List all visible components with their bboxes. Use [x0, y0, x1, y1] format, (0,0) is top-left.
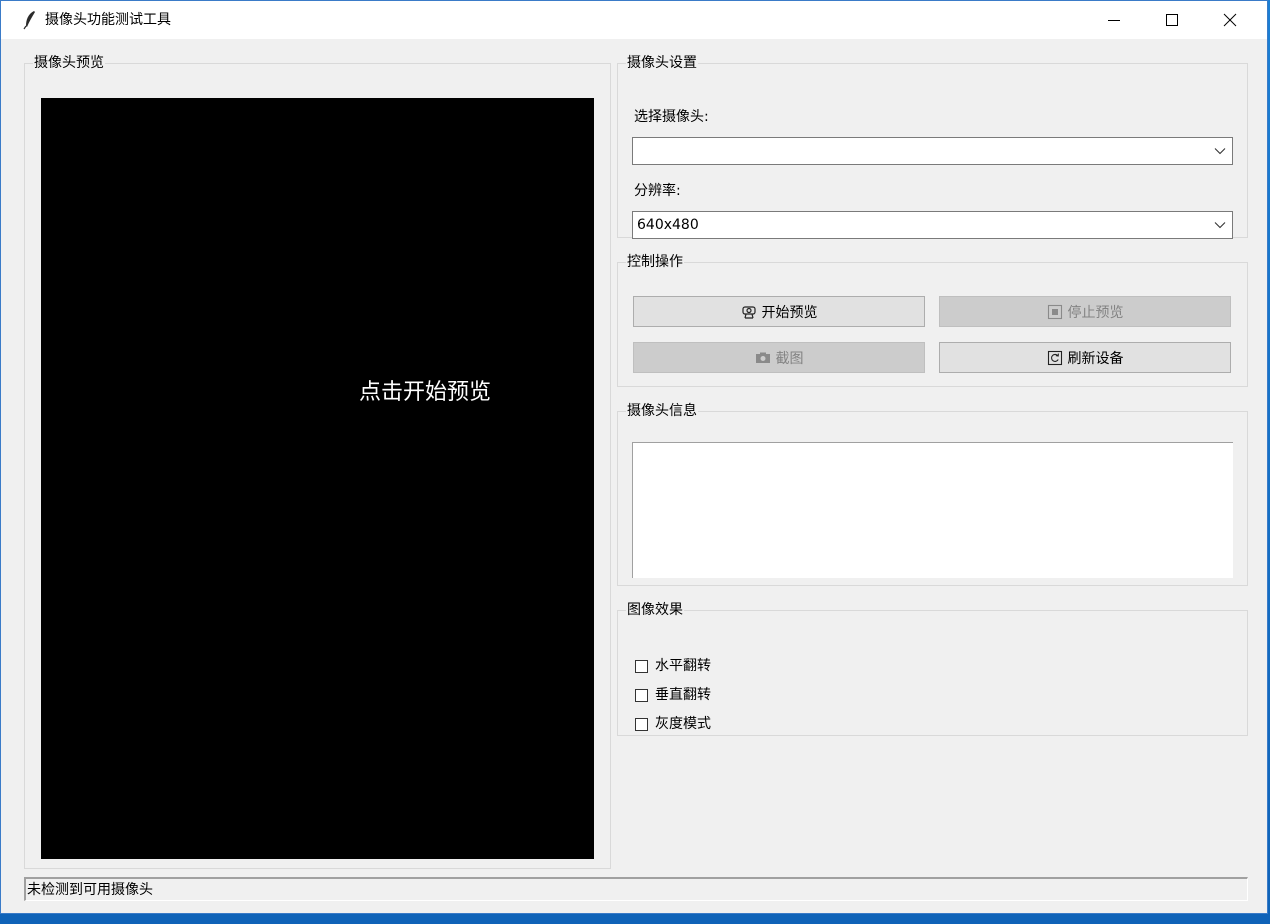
maximize-button[interactable]: [1143, 1, 1201, 39]
vertical-flip-checkbox[interactable]: 垂直翻转: [635, 686, 711, 704]
close-button[interactable]: [1201, 1, 1259, 39]
feather-icon: [23, 11, 35, 30]
preview-group: 摄像头预览 点击开始预览: [24, 55, 611, 869]
control-group: 控制操作 开始预览 停止预览 截图 刷新设备: [617, 254, 1248, 387]
status-text: 未检测到可用摄像头: [27, 882, 153, 898]
camera-settings-group: 摄像头设置 选择摄像头: 分辨率: 640x480: [617, 55, 1248, 239]
stop-preview-label: 停止预览: [1067, 304, 1124, 321]
start-preview-label: 开始预览: [761, 304, 818, 321]
stop-preview-button[interactable]: 停止预览: [939, 296, 1231, 327]
preview-group-label: 摄像头预览: [34, 55, 104, 71]
grayscale-checkbox[interactable]: 灰度模式: [635, 715, 711, 733]
resolution-label: 分辨率:: [634, 183, 681, 199]
refresh-icon: [1047, 350, 1062, 365]
control-group-label: 控制操作: [627, 254, 683, 270]
image-effects-group: 图像效果 水平翻转 垂直翻转 灰度模式: [617, 602, 1248, 736]
capture-label: 截图: [775, 350, 804, 367]
checkbox-box[interactable]: [635, 659, 648, 673]
camera-select[interactable]: [632, 137, 1233, 165]
app-window: 摄像头功能测试工具 摄像头预览 点击开始预览 摄像头设置 选择摄像头: 分辨率:…: [0, 0, 1268, 914]
checkbox-box[interactable]: [635, 688, 648, 702]
grayscale-label: 灰度模式: [655, 716, 711, 732]
camera-snapshot-icon: [755, 352, 770, 363]
preview-canvas[interactable]: 点击开始预览: [41, 98, 594, 859]
horizontal-flip-label: 水平翻转: [655, 658, 711, 674]
window-title: 摄像头功能测试工具: [45, 12, 171, 28]
checkbox-box[interactable]: [635, 717, 648, 731]
minimize-button[interactable]: [1085, 1, 1143, 39]
resolution-select-value: 640x480: [637, 217, 699, 233]
vertical-flip-label: 垂直翻转: [655, 687, 711, 703]
start-preview-button[interactable]: 开始预览: [633, 296, 925, 327]
horizontal-flip-checkbox[interactable]: 水平翻转: [635, 657, 711, 675]
capture-button[interactable]: 截图: [633, 342, 925, 373]
refresh-devices-button[interactable]: 刷新设备: [939, 342, 1231, 373]
camera-settings-label: 摄像头设置: [627, 55, 697, 71]
minimize-icon: [1108, 20, 1120, 21]
camera-select-label: 选择摄像头:: [634, 109, 709, 125]
resolution-select[interactable]: 640x480: [632, 211, 1233, 239]
preview-hint: 点击开始预览: [359, 380, 492, 405]
camera-info-text[interactable]: [632, 442, 1233, 578]
title-bar[interactable]: 摄像头功能测试工具: [1, 1, 1267, 39]
refresh-devices-label: 刷新设备: [1067, 350, 1124, 367]
camera-icon: [741, 305, 756, 319]
maximize-icon: [1166, 14, 1178, 26]
image-effects-label: 图像效果: [627, 602, 683, 618]
status-bar: 未检测到可用摄像头: [24, 877, 1248, 901]
stop-icon: [1047, 304, 1062, 319]
chevron-down-icon: [1214, 148, 1226, 155]
camera-info-group: 摄像头信息: [617, 403, 1248, 586]
close-icon: [1223, 13, 1237, 27]
chevron-down-icon: [1214, 222, 1226, 229]
camera-info-label: 摄像头信息: [627, 403, 697, 419]
